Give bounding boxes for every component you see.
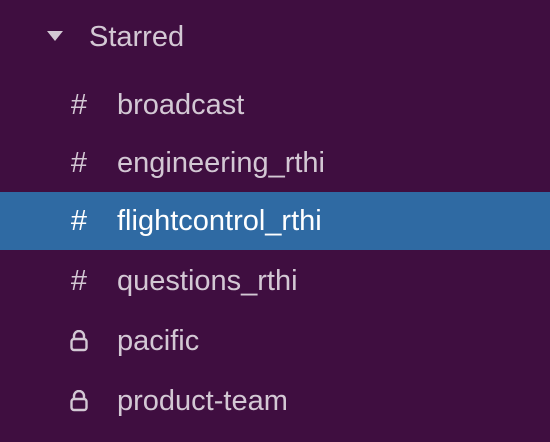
- channel-item-flightcontrol-rthi[interactable]: # flightcontrol_rthi: [0, 192, 550, 250]
- lock-icon: [62, 312, 96, 370]
- channel-item-questions-rthi[interactable]: # questions_rthi: [0, 252, 550, 310]
- hash-icon: #: [70, 204, 88, 237]
- hash-icon: #: [70, 88, 88, 121]
- channel-name: questions_rthi: [117, 265, 298, 297]
- sidebar: Starred # broadcast # engineering_rthi #…: [0, 0, 550, 442]
- channel-name: product-team: [117, 385, 288, 417]
- hash-icon: #: [70, 264, 88, 297]
- channel-item-pacific[interactable]: pacific: [0, 312, 550, 370]
- starred-section-header[interactable]: Starred: [0, 8, 550, 66]
- channel-name: pacific: [117, 325, 200, 357]
- hash-icon: #: [70, 146, 88, 179]
- channel-item-product-team[interactable]: product-team: [0, 372, 550, 430]
- channel-item-broadcast[interactable]: # broadcast: [0, 76, 550, 134]
- channel-name: broadcast: [117, 89, 245, 121]
- channel-name: engineering_rthi: [117, 147, 325, 179]
- section-label: Starred: [89, 21, 185, 53]
- channel-name: flightcontrol_rthi: [117, 205, 322, 237]
- caret-down-icon[interactable]: [47, 31, 63, 41]
- channel-item-engineering-rthi[interactable]: # engineering_rthi: [0, 134, 550, 192]
- lock-icon: [62, 372, 96, 430]
